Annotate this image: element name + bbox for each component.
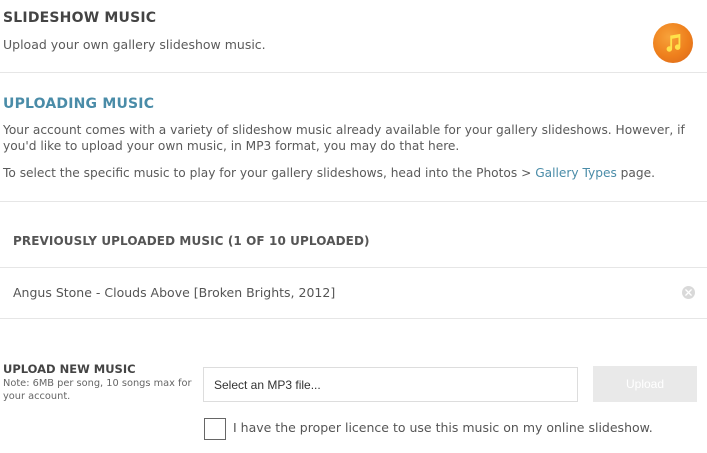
music-note-icon: [653, 23, 693, 63]
list-divider: [0, 267, 707, 268]
licence-checkbox-label[interactable]: I have the proper licence to use this mu…: [233, 420, 653, 435]
instructions-prefix: To select the specific music to play for…: [3, 166, 536, 180]
page-subtitle: Upload your own gallery slideshow music.: [3, 37, 266, 52]
page-header: SLIDESHOW MUSIC Upload your own gallery …: [0, 0, 707, 73]
list-divider-bottom: [0, 318, 707, 319]
uploaded-music-heading: PREVIOUSLY UPLOADED MUSIC (1 OF 10 UPLOA…: [13, 234, 370, 248]
page-title: SLIDESHOW MUSIC: [3, 10, 157, 26]
uploading-description: Your account comes with a variety of sli…: [3, 123, 685, 153]
upload-button[interactable]: Upload: [593, 366, 697, 402]
uploading-music-title: UPLOADING MUSIC: [3, 96, 155, 112]
upload-new-music-label: UPLOAD NEW MUSIC: [3, 362, 136, 376]
list-item: Angus Stone - Clouds Above [Broken Brigh…: [13, 285, 703, 300]
remove-circle-icon[interactable]: [682, 286, 695, 299]
licence-checkbox[interactable]: [204, 418, 226, 440]
mp3-file-input[interactable]: Select an MP3 file...: [203, 367, 578, 402]
upload-note: Note: 6MB per song, 10 songs max for you…: [3, 378, 192, 402]
instructions-suffix: page.: [616, 166, 655, 180]
gallery-types-instructions: To select the specific music to play for…: [3, 166, 703, 182]
section-divider: [0, 201, 707, 202]
gallery-types-link[interactable]: Gallery Types: [535, 166, 617, 180]
track-title: Angus Stone - Clouds Above [Broken Brigh…: [13, 285, 336, 300]
